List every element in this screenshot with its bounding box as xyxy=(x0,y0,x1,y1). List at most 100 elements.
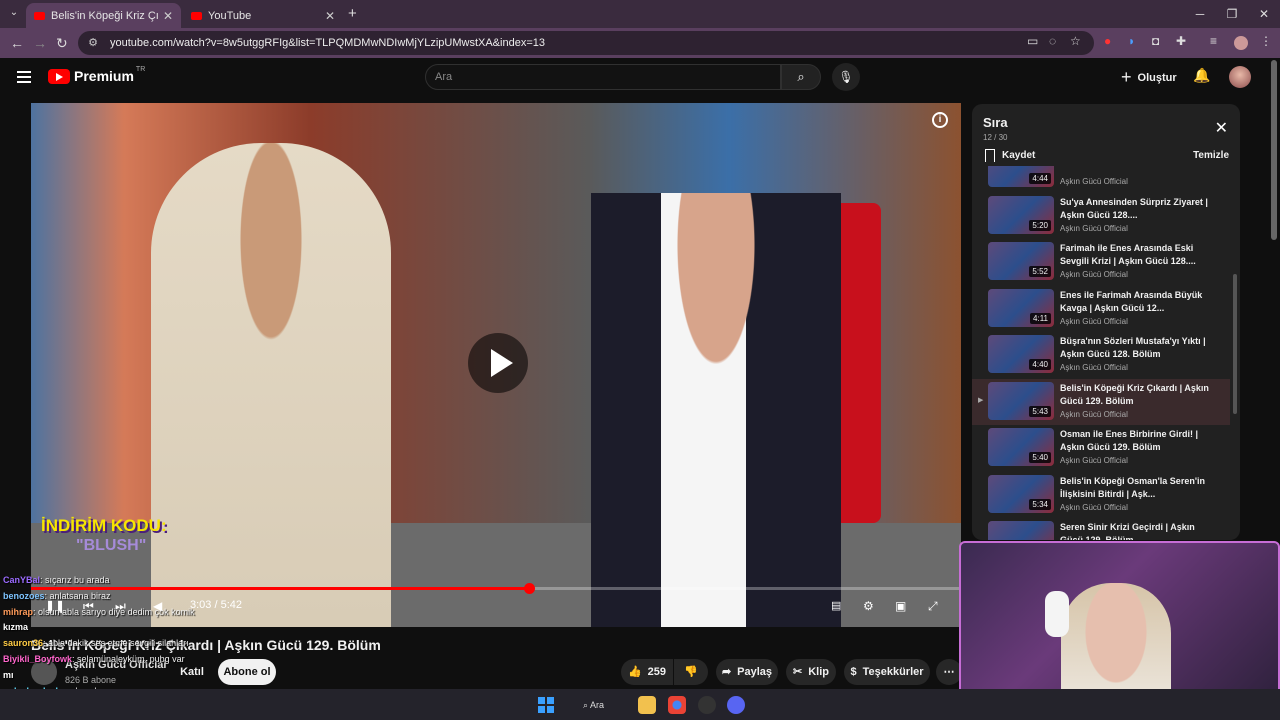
discord-icon[interactable] xyxy=(727,696,745,714)
eye-off-icon[interactable]: ◌ xyxy=(1049,34,1056,48)
queue-thumbnail: 5:52 xyxy=(988,242,1054,280)
queue-item[interactable]: 4:40 Büşra'nın Sözleri Mustafa'yı Yıktı |… xyxy=(972,332,1230,378)
queue-item[interactable]: 4:11 Enes ile Farimah Arasında Büyük Kavg… xyxy=(972,286,1230,332)
file-explorer-icon[interactable] xyxy=(638,696,656,714)
save-queue-button[interactable]: Kaydet xyxy=(985,149,1035,162)
info-icon[interactable]: i xyxy=(932,112,948,128)
share-icon: ➦ xyxy=(721,666,732,678)
back-icon[interactable]: ← xyxy=(10,35,24,51)
restore-icon[interactable]: ❐ xyxy=(1216,0,1248,28)
queue-item-channel: Aşkın Gücü Official xyxy=(1060,177,1128,186)
notifications-bell-icon[interactable]: 🔔 xyxy=(1193,67,1210,84)
queue-thumbnail: 5:40 xyxy=(988,428,1054,466)
like-count: 259 xyxy=(647,666,667,678)
search-button[interactable]: ⌕ xyxy=(781,64,821,90)
progress-bar[interactable] xyxy=(31,583,961,594)
close-queue-icon[interactable]: ✕ xyxy=(1215,118,1228,138)
chat-username: Biyikli_Boyfowk xyxy=(3,654,73,664)
hamburger-menu-icon[interactable] xyxy=(17,71,31,83)
queue-item[interactable]: 5:20 Su'ya Annesinden Sürpriz Ziyaret | A… xyxy=(972,193,1230,239)
tab-active[interactable]: Belis'in Köpeği Kriz Çıkardı | Aş ✕ xyxy=(26,3,181,28)
progress-scrubber[interactable] xyxy=(523,583,535,594)
queue-thumbnail: 4:40 xyxy=(988,335,1054,373)
clip-button[interactable]: ✂ Klip xyxy=(786,659,836,685)
chat-text: : olsun abla sarıyo diye dedim çok komik xyxy=(33,606,195,617)
settings-gear-icon[interactable]: ⚙ xyxy=(863,599,874,613)
close-window-icon[interactable]: ✕ xyxy=(1248,0,1280,28)
thanks-icon: $ xyxy=(850,666,857,678)
extension-icon[interactable]: ◘ xyxy=(1152,34,1159,48)
new-tab-icon[interactable]: + xyxy=(348,5,357,22)
tab-search-icon[interactable]: ⌄ xyxy=(6,5,22,21)
queue-item-title: Seren Sinir Krizi Geçirdi | Aşkın Gücü 1… xyxy=(1060,522,1195,540)
queue-item[interactable]: 4:44 Aşkın Gücü Official xyxy=(972,166,1230,192)
microphone-icon: 🎙 xyxy=(838,70,854,84)
taskbar-search[interactable]: ⌕ Ara xyxy=(583,696,625,714)
menu-kebab-icon[interactable]: ⋮ xyxy=(1260,34,1272,48)
like-button[interactable]: 👍 259 xyxy=(621,659,673,685)
clip-label: Klip xyxy=(808,666,829,678)
profile-avatar[interactable] xyxy=(1234,36,1248,50)
video-player[interactable]: i İNDİRİM KODU: "BLUSH" ❚❚ ⏮ ⏭ ◀ 3:03 / … xyxy=(31,103,961,627)
queue-item[interactable]: Seren Sinir Krizi Geçirdi | Aşkın Gücü 1… xyxy=(972,518,1230,540)
promo-code-text: İNDİRİM KODU: xyxy=(41,516,167,535)
subscribe-button[interactable]: Abone ol xyxy=(218,659,276,685)
puzzle-icon[interactable]: ✚ xyxy=(1176,34,1186,48)
queue-item[interactable]: 5:52 Farimah ile Enes Arasında Eski Sevgi… xyxy=(972,239,1230,285)
voice-search-button[interactable]: 🎙 xyxy=(832,63,860,91)
site-info-icon[interactable]: ⚙ xyxy=(86,36,100,50)
duration-badge: 4:44 xyxy=(1029,173,1051,184)
chat-text: : selamünaleyküm, pubg var xyxy=(72,654,185,664)
app-icon[interactable] xyxy=(698,696,716,714)
queue-thumbnail: 4:44 xyxy=(988,166,1054,187)
reload-icon[interactable]: ↻ xyxy=(56,35,68,52)
clear-queue-button[interactable]: Temizle xyxy=(1193,150,1229,161)
now-playing-icon: ▶ xyxy=(978,396,984,404)
tab-youtube[interactable]: YouTube ✕ xyxy=(183,3,343,28)
extension-blue-icon[interactable]: ◗ xyxy=(1128,34,1135,48)
duration-badge: 5:43 xyxy=(1029,405,1051,417)
play-overlay-button[interactable] xyxy=(468,333,528,393)
account-avatar[interactable] xyxy=(1229,66,1251,88)
bookmark-icon xyxy=(985,149,995,162)
youtube-logo[interactable]: Premium TR xyxy=(48,65,146,84)
fullscreen-icon[interactable]: ⤢ xyxy=(928,599,938,614)
queue-item-title: Belis'in Köpeği Kriz Çıkardı | Aşkın Güc… xyxy=(1060,382,1209,406)
minimize-icon[interactable]: ─ xyxy=(1184,0,1216,28)
youtube-favicon-icon xyxy=(34,11,45,20)
share-label: Paylaş xyxy=(737,666,773,678)
chat-message: sauron36: abla dakik seş etme sevgili si… xyxy=(3,638,189,648)
extension-red-icon[interactable]: ● xyxy=(1104,34,1111,48)
windows-start-icon[interactable] xyxy=(538,697,554,713)
reading-list-icon[interactable]: ≡ xyxy=(1210,34,1217,48)
duration-badge: 5:34 xyxy=(1029,498,1051,510)
page-scrollbar[interactable] xyxy=(1271,60,1277,240)
video-person-right xyxy=(591,193,841,627)
chrome-icon[interactable] xyxy=(668,696,686,714)
queue-scrollbar[interactable] xyxy=(1233,274,1237,414)
miniplayer-icon[interactable]: ▣ xyxy=(895,599,906,613)
queue-item[interactable]: 5:34 Belis'in Köpeği Osman'la Seren'in İl… xyxy=(972,472,1230,518)
queue-item[interactable]: ▶ 5:43 Belis'in Köpeği Kriz Çıkardı | Aşkı… xyxy=(972,378,1230,425)
forward-icon[interactable]: → xyxy=(33,35,47,51)
logo-region: TR xyxy=(135,65,146,73)
create-button[interactable]: + Oluştur xyxy=(1121,67,1177,88)
queue-item-channel: Aşkın Gücü Official xyxy=(1060,502,1128,512)
close-tab-icon[interactable]: ✕ xyxy=(163,9,173,23)
duration-badge: 5:20 xyxy=(1029,219,1051,231)
queue-item-channel: Aşkın Gücü Official xyxy=(1060,409,1128,419)
subscriber-count: 826 B abone xyxy=(65,675,117,685)
chat-username: sauron36 xyxy=(3,638,44,649)
thanks-button[interactable]: $ Teşekkürler xyxy=(844,659,930,685)
url-field[interactable]: ⚙ youtube.com/watch?v=8w5utggRFIg&list=T… xyxy=(78,31,1094,55)
close-tab-icon[interactable]: ✕ xyxy=(325,9,335,23)
queue-item[interactable]: 5:40 Osman ile Enes Birbirine Girdi! | Aş… xyxy=(972,425,1230,471)
search-input[interactable]: Ara xyxy=(425,64,781,90)
share-button[interactable]: ➦ Paylaş xyxy=(716,659,778,685)
bookmark-star-icon[interactable]: ☆ xyxy=(1070,34,1081,48)
captions-icon[interactable]: ▤ xyxy=(831,599,841,612)
chat-username: mihrap xyxy=(3,606,34,617)
install-icon[interactable]: ▭ xyxy=(1027,34,1038,48)
dislike-button[interactable]: 👎 xyxy=(674,659,708,685)
video-person-left xyxy=(151,143,391,627)
